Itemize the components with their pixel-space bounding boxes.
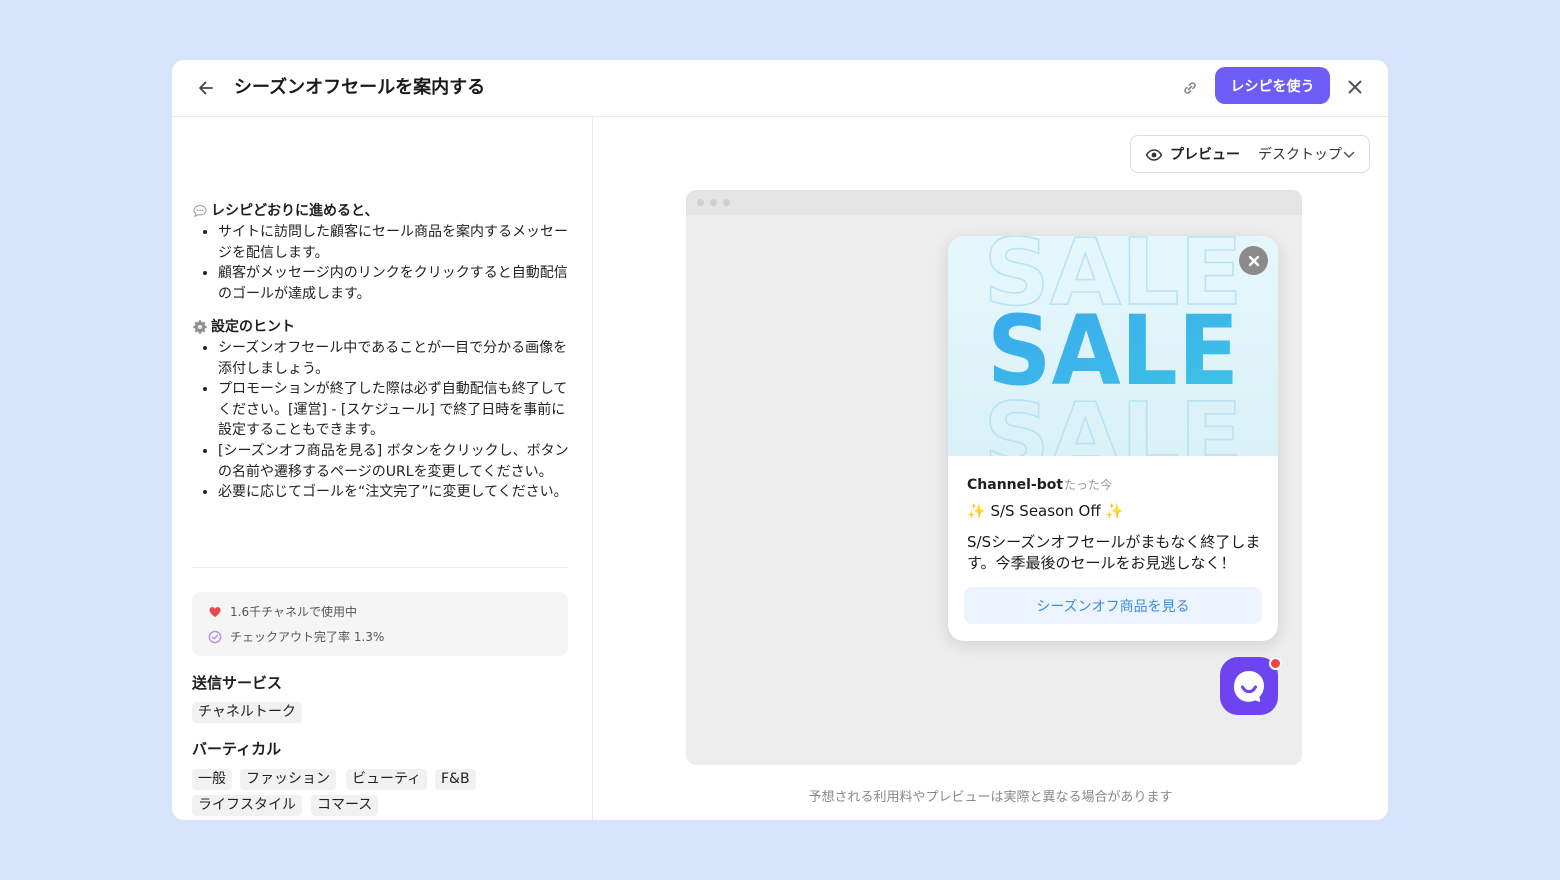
sale-banner-image: SALE SALE SALE bbox=[948, 236, 1278, 456]
preview-label: プレビュー bbox=[1170, 147, 1240, 163]
window-dot bbox=[697, 199, 704, 206]
gear-icon bbox=[192, 319, 208, 335]
intro-section-title: レシピどおりに進めると、 bbox=[192, 201, 378, 221]
chip-vertical: F&B bbox=[435, 769, 476, 790]
link-icon bbox=[1184, 82, 1196, 94]
intro-title-text: レシピどおりに進めると、 bbox=[211, 203, 379, 219]
window-dot bbox=[723, 199, 730, 206]
usage-stat-text: 1.6千チャネルで使用中 bbox=[230, 605, 357, 619]
checkout-stat-text: チェックアウト完了率 1.3% bbox=[230, 630, 385, 644]
chip-vertical: 一般 bbox=[192, 769, 232, 790]
preview-mode-value: デスクトップ bbox=[1258, 147, 1342, 163]
vertical-section-title: バーティカル bbox=[192, 740, 282, 758]
intro-list: サイトに訪問した顧客にセール商品を案内するメッセージを配信します。 顧客がメッセ… bbox=[218, 222, 570, 304]
browser-mockup: SALE SALE SALE Channel-bot たった今 ✨ S/S Se… bbox=[686, 190, 1302, 765]
service-section-title: 送信サービス bbox=[192, 674, 283, 692]
close-icon bbox=[1348, 80, 1362, 94]
hints-section-title: 設定のヒント bbox=[192, 317, 295, 337]
list-item: シーズンオフセール中であることが一目で分かる画像を添付しましょう。 bbox=[218, 338, 570, 379]
list-item: 必要に応じてゴールを“注文完了”に変更してください。 bbox=[218, 482, 570, 503]
list-item: [シーズンオフ商品を見る] ボタンをクリックし、ボタンの名前や遷移するページのU… bbox=[218, 441, 570, 482]
message-popup: SALE SALE SALE Channel-bot たった今 ✨ S/S Se… bbox=[948, 236, 1278, 641]
usage-stat: 1.6千チャネルで使用中 bbox=[208, 603, 357, 620]
back-button[interactable] bbox=[192, 74, 220, 102]
eye-icon bbox=[1145, 149, 1163, 161]
popup-close-button[interactable] bbox=[1239, 246, 1268, 275]
browser-title-bar bbox=[686, 190, 1302, 215]
preview-mode-select[interactable]: プレビュー デスクトップ bbox=[1130, 135, 1370, 173]
hints-title-text: 設定のヒント bbox=[211, 319, 295, 335]
preview-panel: プレビュー デスクトップ SALE SALE SALE Channel-bot … bbox=[593, 117, 1388, 820]
sender-name: Channel-bot bbox=[967, 477, 1064, 493]
recipe-modal: シーズンオフセールを案内する レシピを使う レシピどおりに進めると、 サイトに訪… bbox=[172, 60, 1388, 820]
sale-headline: SALE bbox=[987, 295, 1239, 407]
page-title: シーズンオフセールを案内する bbox=[234, 77, 486, 98]
chip-vertical: ファッション bbox=[240, 769, 336, 790]
preview-footnote: 予想される利用料やプレビューは実際と異なる場合があります bbox=[808, 790, 1173, 805]
close-icon bbox=[1248, 255, 1259, 266]
checkout-stat: チェックアウト完了率 1.3% bbox=[208, 628, 384, 645]
cta-button[interactable]: シーズンオフ商品を見る bbox=[964, 587, 1262, 624]
copy-link-button[interactable] bbox=[1176, 74, 1204, 102]
chip-service: チャネルトーク bbox=[192, 702, 302, 723]
close-modal-button[interactable] bbox=[1340, 72, 1370, 102]
list-item: プロモーションが終了した際は必ず自動配信も終了してください。[運営] - [スケ… bbox=[218, 379, 570, 441]
arrow-left-icon bbox=[199, 81, 213, 95]
speech-bubble-icon bbox=[192, 203, 208, 219]
list-item: 顧客がメッセージ内のリンクをクリックすると自動配信のゴールが達成します。 bbox=[218, 263, 570, 304]
recipe-stats-box: 1.6千チャネルで使用中 チェックアウト完了率 1.3% bbox=[192, 592, 568, 656]
section-divider bbox=[192, 567, 568, 568]
message-body: S/Sシーズンオフセールがまもなく終了します。今季最後のセールをお見逃しなく！ bbox=[967, 533, 1261, 572]
hints-list: シーズンオフセール中であることが一目で分かる画像を添付しましょう。 プロモーショ… bbox=[218, 338, 570, 503]
heart-icon bbox=[208, 605, 222, 619]
chip-vertical: コマース bbox=[311, 795, 379, 816]
modal-header: シーズンオフセールを案内する レシピを使う bbox=[172, 60, 1388, 117]
message-time: たった今 bbox=[1064, 478, 1113, 492]
goal-check-icon bbox=[208, 630, 222, 644]
recipe-description-panel: レシピどおりに進めると、 サイトに訪問した顧客にセール商品を案内するメッセージを… bbox=[172, 117, 593, 820]
chip-vertical: ビューティ bbox=[346, 769, 428, 790]
list-item: サイトに訪問した顧客にセール商品を案内するメッセージを配信します。 bbox=[218, 222, 570, 263]
use-recipe-button[interactable]: レシピを使う bbox=[1215, 67, 1330, 104]
notification-badge bbox=[1269, 657, 1282, 670]
chevron-down-icon bbox=[1343, 151, 1355, 158]
message-title: ✨ S/S Season Off ✨ bbox=[967, 502, 1125, 520]
chip-vertical: ライフスタイル bbox=[192, 795, 302, 816]
window-dot bbox=[710, 199, 717, 206]
